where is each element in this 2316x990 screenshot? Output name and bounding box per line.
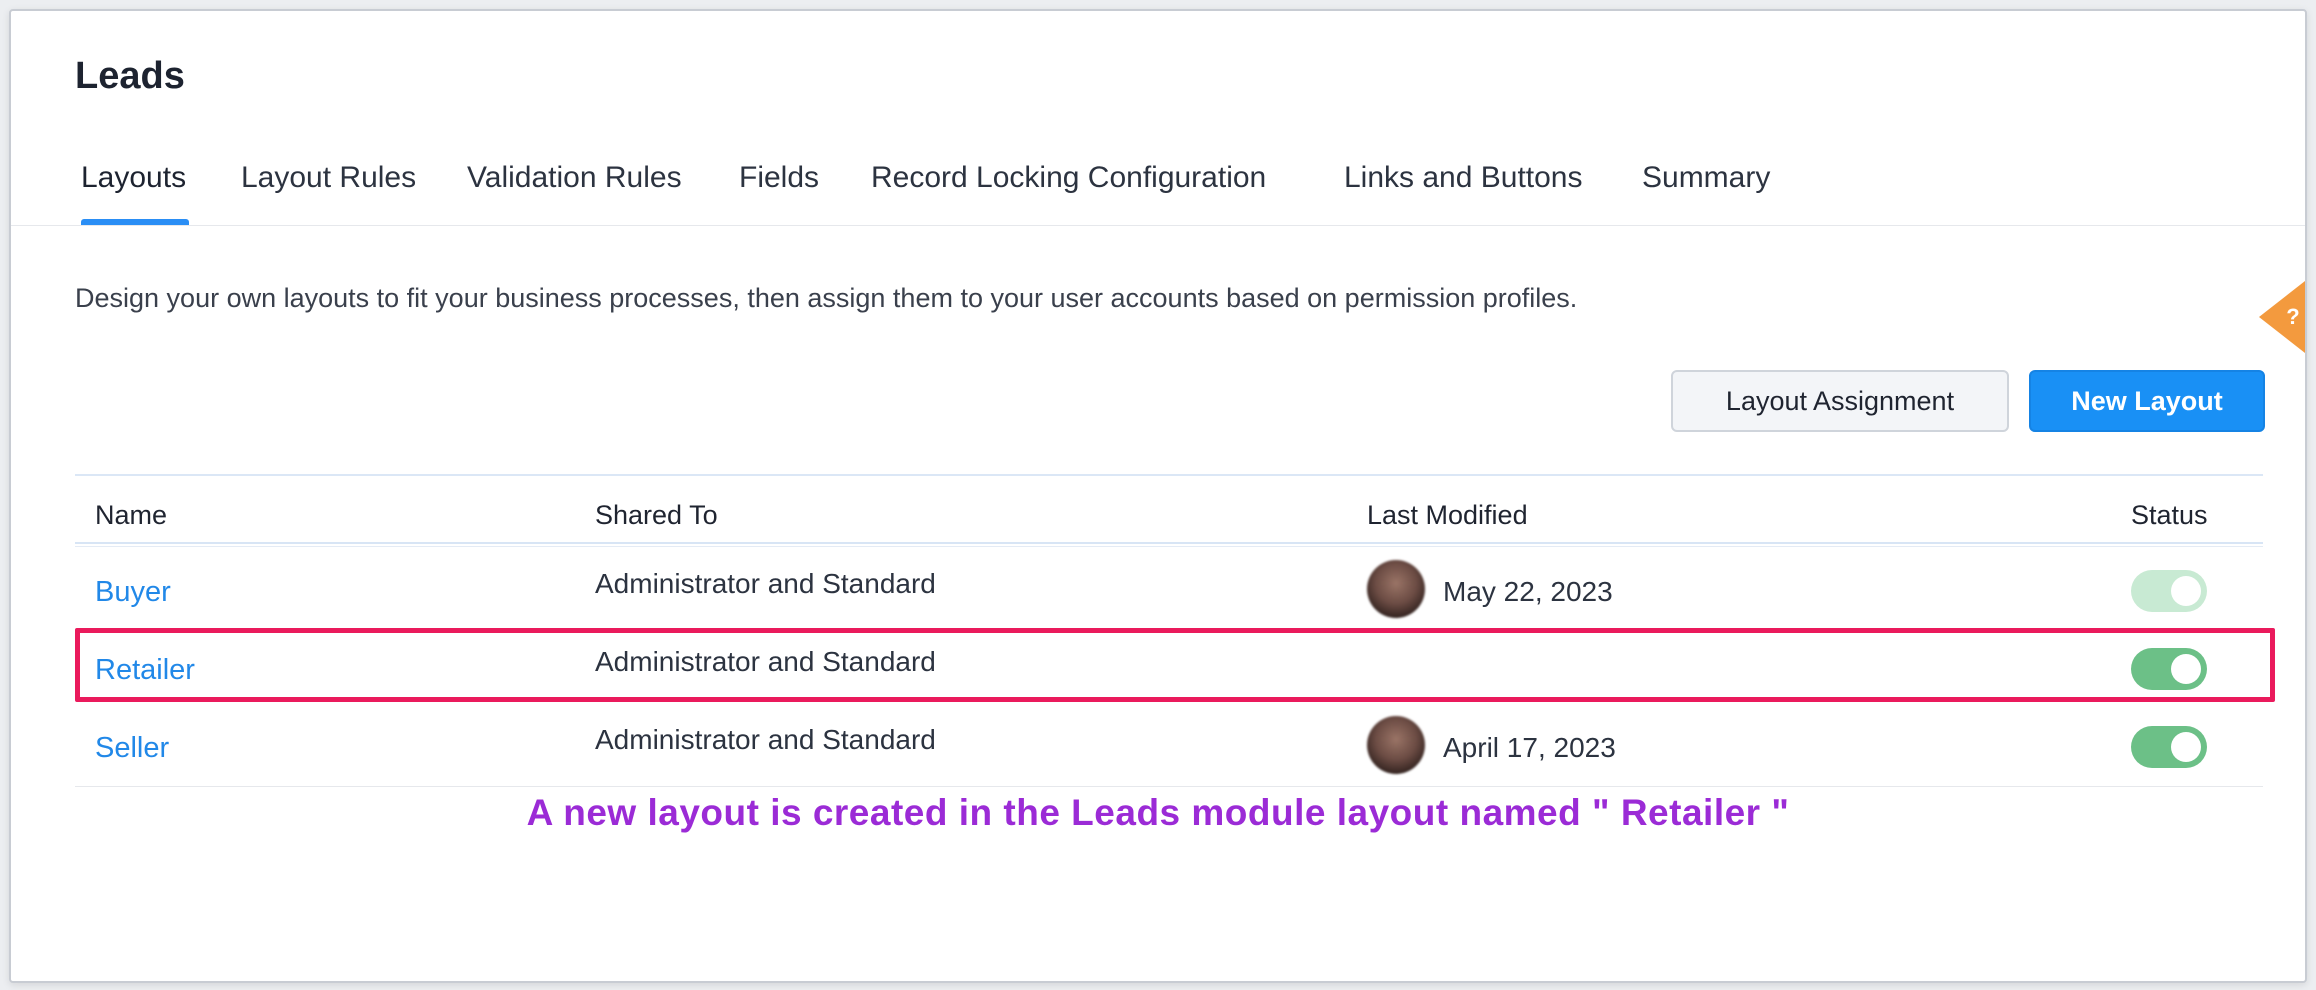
avatar <box>1367 716 1425 774</box>
question-icon: ? <box>2286 304 2300 329</box>
tab-links-and-buttons[interactable]: Links and Buttons <box>1344 161 1583 195</box>
shared-to-cell: Administrator and Standard <box>595 724 936 755</box>
column-header-shared-to[interactable]: Shared To <box>595 500 718 531</box>
app-frame: Leads Layouts Layout Rules Validation Ru… <box>9 9 2307 983</box>
tab-summary[interactable]: Summary <box>1642 161 1770 195</box>
layout-name-link[interactable]: Seller <box>95 732 169 765</box>
tab-bar: Layouts Layout Rules Validation Rules Fi… <box>11 141 2305 226</box>
tab-layout-rules[interactable]: Layout Rules <box>241 161 416 195</box>
tab-validation-rules[interactable]: Validation Rules <box>467 161 682 195</box>
tab-layouts[interactable]: Layouts <box>81 161 186 195</box>
avatar <box>1367 560 1425 618</box>
annotation-caption: A new layout is created in the Leads mod… <box>526 792 1790 833</box>
tab-record-locking-configuration[interactable]: Record Locking Configuration <box>871 161 1266 195</box>
table-row[interactable]: Seller Administrator and Standard April … <box>75 708 2263 787</box>
table-row[interactable]: Buyer Administrator and Standard May 22,… <box>75 552 2263 630</box>
tab-fields[interactable]: Fields <box>739 161 819 195</box>
layout-assignment-button[interactable]: Layout Assignment <box>1671 370 2009 432</box>
page-title: Leads <box>75 55 185 97</box>
last-modified-date: April 17, 2023 <box>1443 732 1616 763</box>
shared-to-cell: Administrator and Standard <box>595 568 936 599</box>
highlight-annotation-box <box>75 628 2275 702</box>
toggle-knob <box>2171 576 2201 606</box>
page-description: Design your own layouts to fit your busi… <box>75 283 1578 313</box>
status-toggle[interactable] <box>2131 570 2207 612</box>
last-modified-date: May 22, 2023 <box>1443 576 1613 607</box>
column-header-status[interactable]: Status <box>2131 500 2208 531</box>
layout-name-link[interactable]: Buyer <box>95 576 171 609</box>
column-header-name[interactable]: Name <box>95 500 167 531</box>
column-header-last-modified[interactable]: Last Modified <box>1367 500 1528 531</box>
help-tab[interactable]: ? <box>2259 281 2305 353</box>
header-divider <box>75 542 2263 547</box>
toggle-knob <box>2171 732 2201 762</box>
new-layout-button[interactable]: New Layout <box>2029 370 2265 432</box>
status-toggle[interactable] <box>2131 726 2207 768</box>
table-header: Name Shared To Last Modified Status <box>75 476 2263 544</box>
active-tab-indicator <box>81 219 189 225</box>
